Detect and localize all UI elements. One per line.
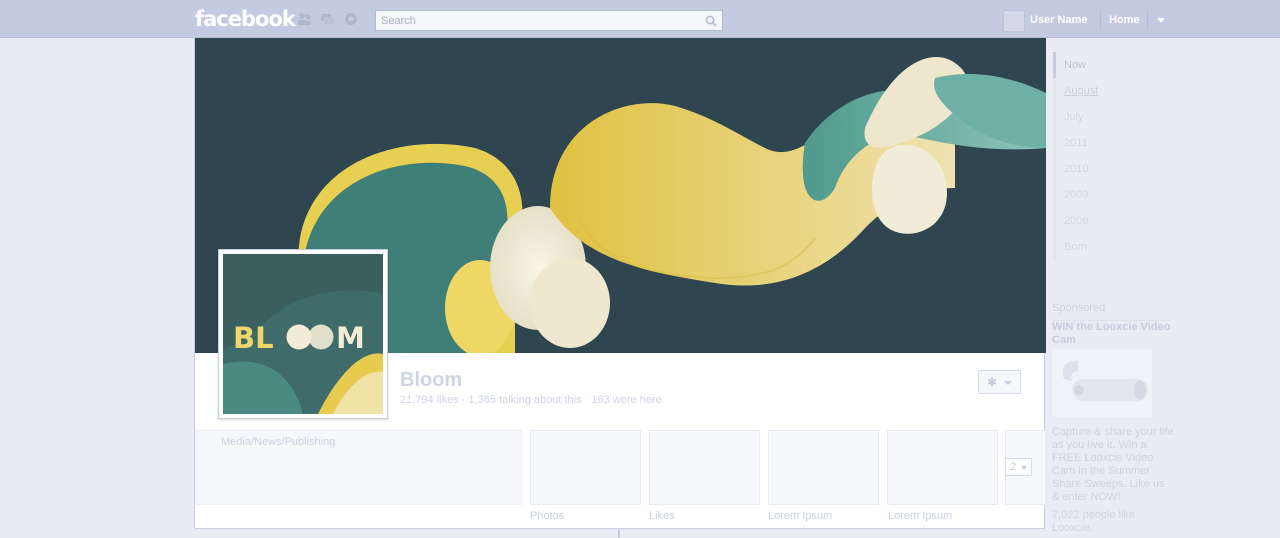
page-title: Bloom xyxy=(400,369,463,391)
app-label-likes[interactable]: Likes xyxy=(649,510,675,522)
gear-icon: ✱ xyxy=(987,375,998,389)
top-bar: facebook User Name Home xyxy=(0,0,1280,38)
chevron-down-icon xyxy=(1004,381,1012,385)
ad-image[interactable] xyxy=(1052,349,1152,417)
home-link[interactable]: Home xyxy=(1109,14,1140,26)
nav-divider xyxy=(1100,10,1101,30)
friend-requests-icon[interactable] xyxy=(297,12,312,26)
app-thumb-lorem-1[interactable] xyxy=(768,430,879,505)
sponsored-heading: Sponsored xyxy=(1052,302,1106,314)
year-item-born[interactable]: Born xyxy=(1053,234,1173,260)
year-item-2008[interactable]: 2008 xyxy=(1053,208,1173,234)
page-stats: 21,794 likes · 1,365 talking about this … xyxy=(400,394,662,406)
ad-social-context: 7,022 people like Looxcie. xyxy=(1052,509,1136,534)
apps-more-button[interactable]: 2 xyxy=(1005,458,1032,476)
account-menu-arrow-icon[interactable] xyxy=(1157,18,1165,23)
app-thumb-lorem-2[interactable] xyxy=(887,430,998,505)
chevron-down-icon xyxy=(1021,466,1027,470)
ad-description[interactable]: Capture & share your life as you live it… xyxy=(1052,426,1174,504)
nav-divider xyxy=(1147,10,1148,30)
year-item-2010[interactable]: 2010 xyxy=(1053,156,1173,182)
notification-jewels xyxy=(297,12,358,26)
profile-picture[interactable]: BL M xyxy=(218,249,388,419)
search-input[interactable] xyxy=(376,11,696,31)
app-label-photos[interactable]: Photos xyxy=(530,510,564,522)
year-item-2011[interactable]: 2011 xyxy=(1053,130,1173,156)
user-name-link[interactable]: User Name xyxy=(1030,14,1087,26)
svg-text:M: M xyxy=(336,321,365,354)
notifications-icon[interactable] xyxy=(343,12,358,26)
facebook-logo[interactable]: facebook xyxy=(195,7,296,31)
messages-icon[interactable] xyxy=(320,12,335,26)
page-settings-button[interactable]: ✱ xyxy=(978,370,1021,394)
timeline-year-nav: Now August July 2011 2010 2009 2008 Born xyxy=(1053,52,1173,260)
search-icon[interactable] xyxy=(705,14,717,27)
year-item-july[interactable]: July xyxy=(1053,104,1173,130)
timeline-main: BL M Bloom 21,794 likes · 1,365 talking … xyxy=(194,38,1046,529)
app-label-lorem-2[interactable]: Lorem Ipsum xyxy=(888,510,952,522)
profile-picture-image: BL M xyxy=(223,254,383,414)
svg-text:BL: BL xyxy=(233,321,274,354)
year-item-2009[interactable]: 2009 xyxy=(1053,182,1173,208)
user-avatar[interactable] xyxy=(1003,10,1025,32)
camera-icon xyxy=(1062,360,1148,401)
bloom-logo: BL M xyxy=(233,320,373,359)
search-box xyxy=(375,10,723,31)
year-item-august[interactable]: August xyxy=(1053,78,1173,104)
page-category: Media/News/Publishing xyxy=(221,436,336,448)
app-label-lorem-1[interactable]: Lorem Ipsum xyxy=(768,510,832,522)
timeline-spine xyxy=(618,529,620,538)
app-thumb-likes[interactable] xyxy=(649,430,760,505)
year-item-now[interactable]: Now xyxy=(1053,52,1173,78)
ad-title-link[interactable]: WIN the Looxcie Video Cam xyxy=(1052,321,1172,347)
apps-more-count: 2 xyxy=(1010,461,1017,473)
app-thumb-photos[interactable] xyxy=(530,430,641,505)
